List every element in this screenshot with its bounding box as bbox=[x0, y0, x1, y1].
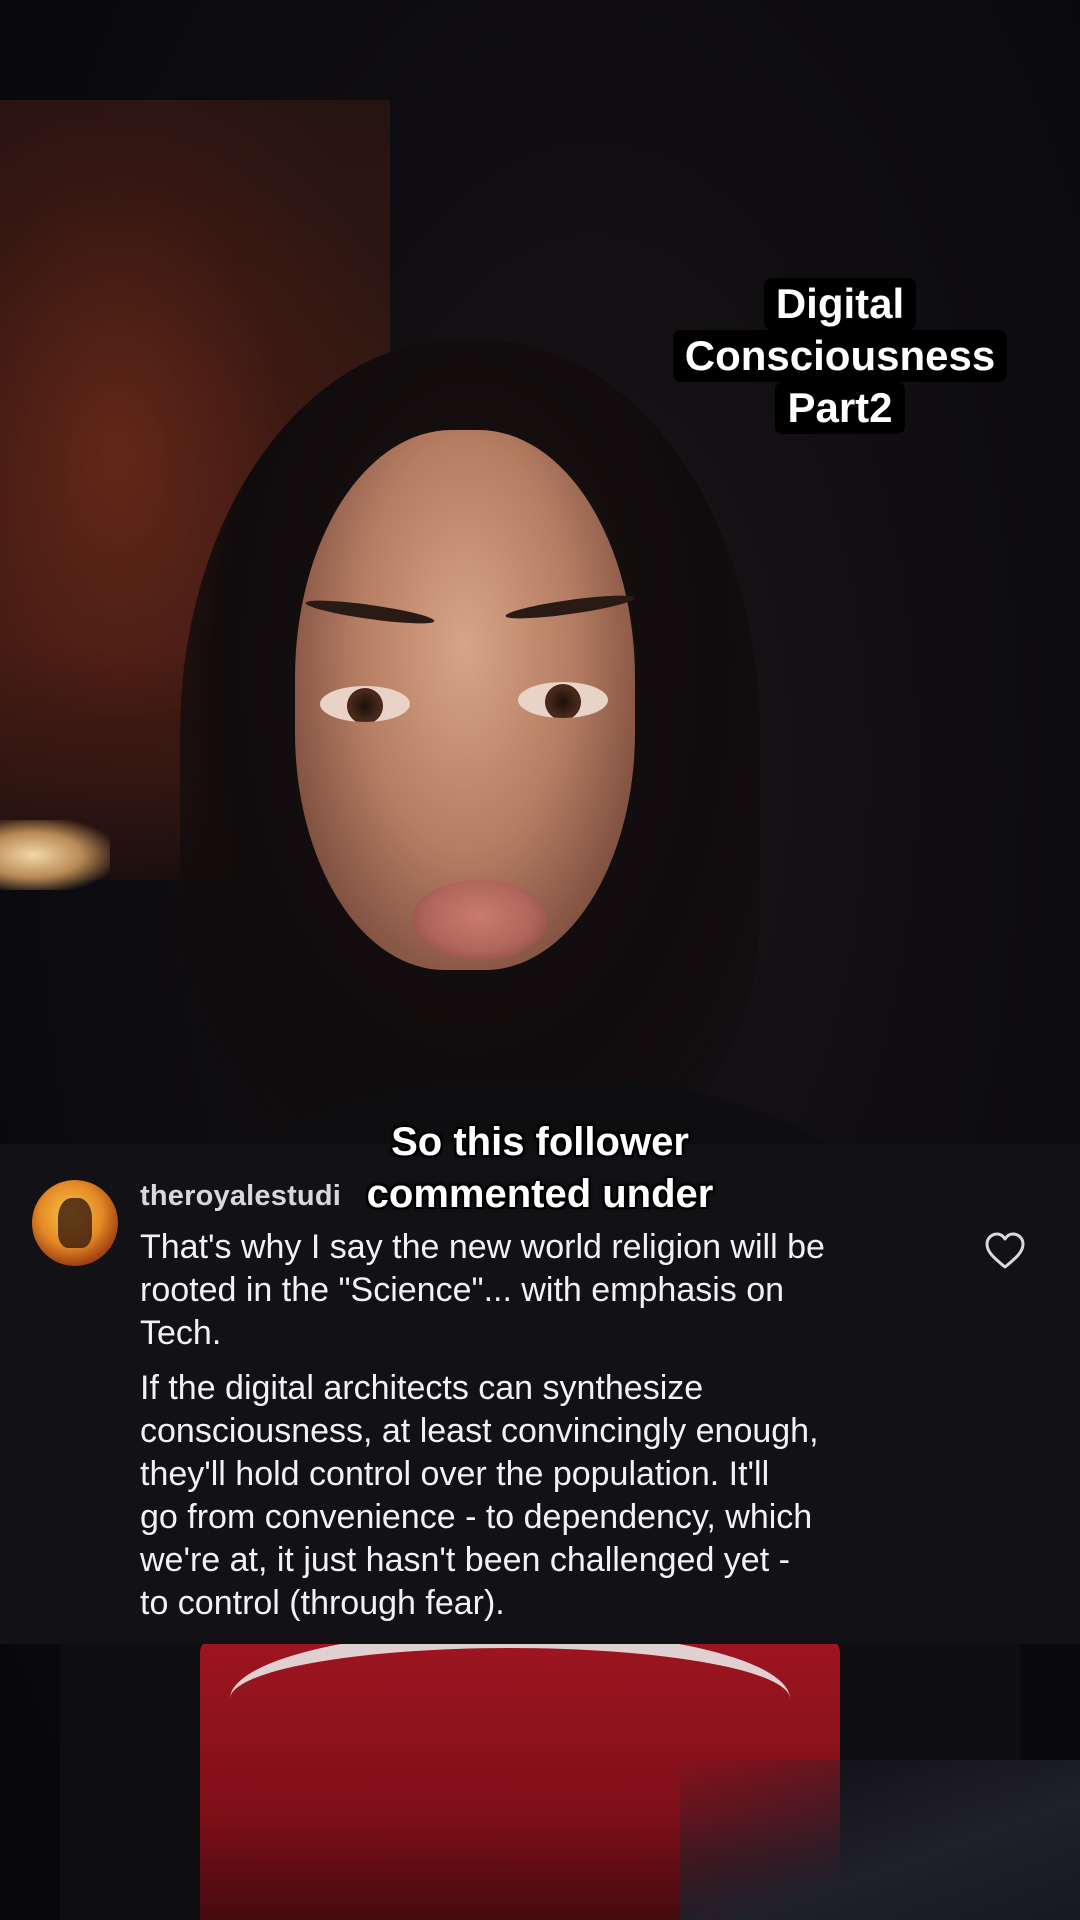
comment-paragraph-1: That's why I say the new world religion … bbox=[140, 1228, 825, 1352]
left-iris bbox=[347, 688, 383, 722]
lamp-glow bbox=[0, 820, 110, 890]
caption-line-2: commented under bbox=[366, 1172, 714, 1216]
video-title-overlay: Digital Consciousness Part2 bbox=[670, 278, 1010, 434]
title-line-3: Part2 bbox=[775, 382, 905, 434]
avatar[interactable] bbox=[32, 1180, 118, 1266]
title-line-1: Digital bbox=[763, 278, 917, 330]
comment-body: That's why I say the new world religion … bbox=[140, 1226, 940, 1637]
right-eye bbox=[518, 682, 608, 718]
comment-paragraph-2: If the digital architects can synthesize… bbox=[140, 1369, 819, 1622]
left-eye bbox=[320, 686, 410, 722]
heart-icon[interactable] bbox=[984, 1232, 1026, 1270]
caption-line-1: So this follower bbox=[391, 1120, 689, 1164]
sleeve-shadow bbox=[680, 1760, 1080, 1920]
avatar-figure bbox=[58, 1198, 92, 1248]
person-lips bbox=[412, 880, 547, 960]
right-iris bbox=[545, 684, 581, 718]
title-line-2: Consciousness bbox=[672, 330, 1008, 382]
shirt-print-graphic bbox=[230, 1630, 790, 1768]
video-caption: So this follower commented under bbox=[240, 1116, 840, 1220]
